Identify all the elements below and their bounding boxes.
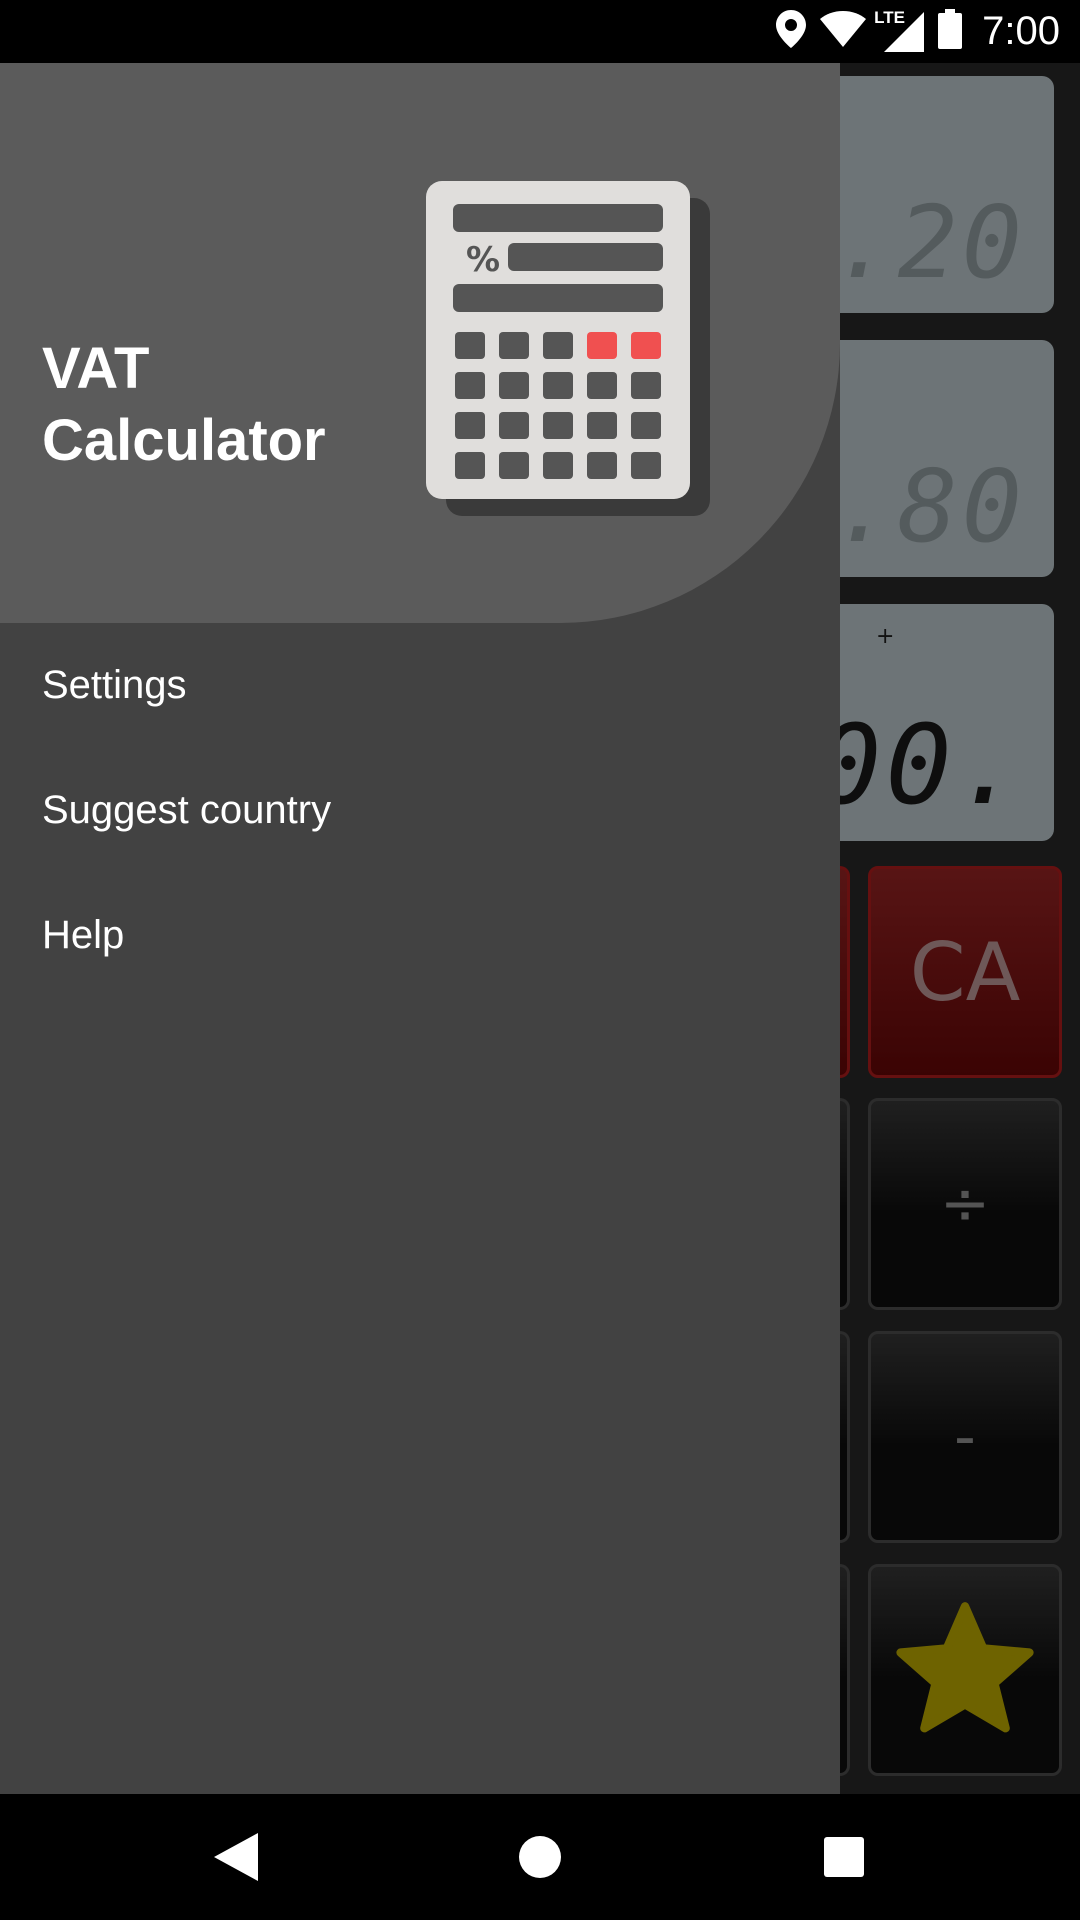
logo-key xyxy=(587,372,617,399)
logo-key xyxy=(631,452,661,479)
logo-key xyxy=(631,412,661,439)
logo-key xyxy=(543,372,573,399)
wifi-icon xyxy=(820,11,867,52)
drawer-header: VAT Calculator % xyxy=(0,63,840,623)
logo-key xyxy=(587,412,617,439)
network-type-label: LTE xyxy=(874,7,905,27)
logo-key xyxy=(631,332,661,359)
lte-signal-icon: LTE xyxy=(874,8,925,52)
menu-item-label: Settings xyxy=(42,663,187,707)
system-nav-bar xyxy=(0,1794,1080,1920)
status-icons: LTE 7:00 xyxy=(776,0,1060,63)
app-title: VAT Calculator xyxy=(42,336,326,473)
logo-key xyxy=(587,332,617,359)
logo-key xyxy=(543,452,573,479)
back-icon[interactable] xyxy=(198,1819,274,1895)
home-icon[interactable] xyxy=(502,1819,578,1895)
logo-key xyxy=(587,452,617,479)
svg-text:%: % xyxy=(466,240,500,280)
logo-key xyxy=(543,332,573,359)
navigation-drawer: VAT Calculator % Settings Suggest countr… xyxy=(0,63,840,1794)
logo-key xyxy=(499,452,529,479)
menu-item-settings[interactable]: Settings xyxy=(0,623,840,748)
recents-icon[interactable] xyxy=(806,1819,882,1895)
logo-key xyxy=(455,452,485,479)
logo-key xyxy=(455,372,485,399)
logo-key xyxy=(455,332,485,359)
menu-item-help[interactable]: Help xyxy=(0,873,840,998)
logo-key xyxy=(631,372,661,399)
status-time: 7:00 xyxy=(982,9,1060,53)
logo-key xyxy=(499,332,529,359)
drawer-menu: Settings Suggest country Help xyxy=(0,623,840,998)
menu-item-label: Help xyxy=(42,913,125,957)
location-icon xyxy=(776,10,807,53)
menu-item-label: Suggest country xyxy=(42,788,332,832)
logo-key xyxy=(455,412,485,439)
logo-key xyxy=(543,412,573,439)
battery-icon xyxy=(938,9,963,54)
status-bar: LTE 7:00 xyxy=(0,0,1080,63)
logo-key xyxy=(499,372,529,399)
menu-item-suggest-country[interactable]: Suggest country xyxy=(0,748,840,873)
logo-key xyxy=(499,412,529,439)
calculator-percent-icon: % xyxy=(426,181,712,518)
